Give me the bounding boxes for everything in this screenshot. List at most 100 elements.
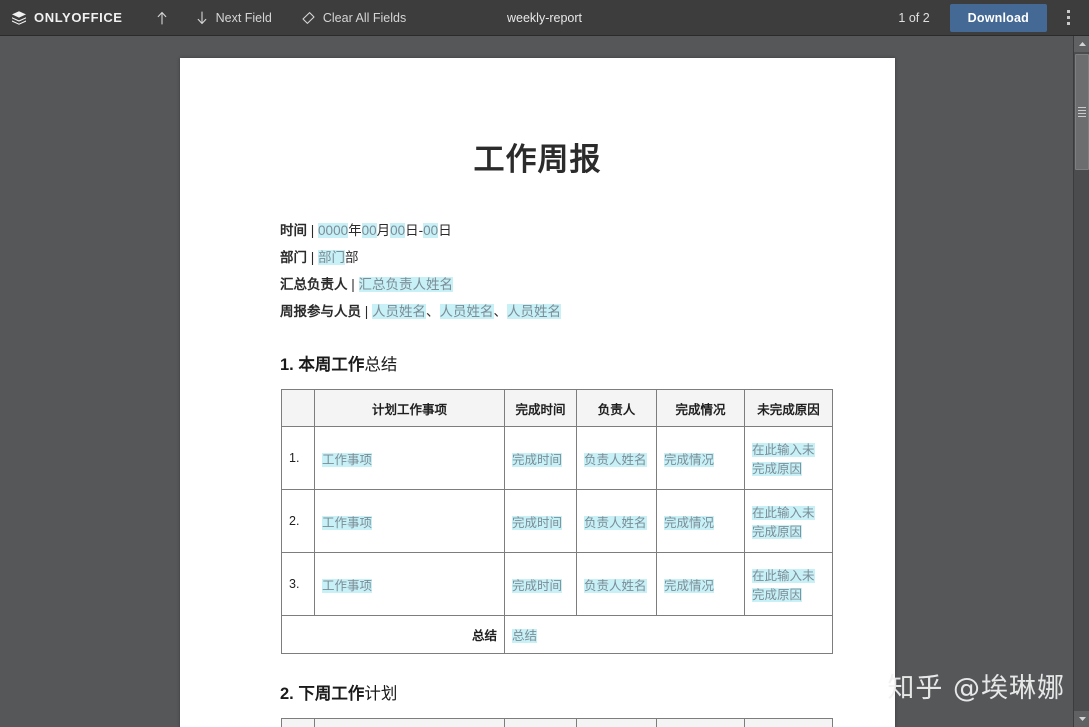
document-meta-block: 时间 | 0000年00月00日-00日 部门 | 部门部 汇总负责人 | 汇总… [280, 217, 795, 325]
top-toolbar: ONLYOFFICE Next Field [0, 0, 1089, 36]
row-2-index: 2. [282, 490, 315, 553]
field-task-3[interactable]: 工作事项 [322, 579, 372, 593]
meta-sep-department: | [311, 250, 315, 265]
scroll-down-arrow-icon[interactable] [1074, 711, 1089, 727]
field-participant-1[interactable]: 人员姓名 [372, 304, 426, 319]
next-field-button[interactable]: Next Field [187, 0, 280, 36]
section-heading-1: 1. 本周工作总结 [280, 351, 795, 375]
row-3-reason-cell: 在此输入未完成原因 [745, 553, 833, 616]
field-task-1[interactable]: 工作事项 [322, 453, 372, 467]
document-canvas-area[interactable]: 工作周报 时间 | 0000年00月00日-00日 部门 | 部门部 汇总负责人 [0, 36, 1073, 727]
field-summary[interactable]: 总结 [512, 629, 537, 643]
field-time-2[interactable]: 完成时间 [512, 516, 562, 530]
field-status-3[interactable]: 完成情况 [664, 579, 714, 593]
summary-label: 总结 [282, 616, 505, 654]
row-3-status-cell: 完成情况 [657, 553, 745, 616]
literal-department-suffix: 部 [345, 250, 359, 265]
arrow-up-icon [155, 10, 169, 26]
meta-label-owner: 汇总负责人 [280, 277, 348, 292]
document-page-1: 工作周报 时间 | 0000年00月00日-00日 部门 | 部门部 汇总负责人 [180, 58, 895, 727]
weekly-summary-table[interactable]: 计划工作事项 完成时间 负责人 完成情况 未完成原因 1. 工作事项 完成时间 [281, 389, 833, 654]
col-header-owner: 负责人 [577, 390, 657, 427]
col2-header-index [282, 719, 315, 727]
section-heading-2: 2. 下周工作计划 [280, 680, 795, 704]
field-task-2[interactable]: 工作事项 [322, 516, 372, 530]
field-participant-3[interactable]: 人员姓名 [507, 304, 561, 319]
next-week-plan-table[interactable] [281, 718, 833, 727]
row-1-task-cell: 工作事项 [315, 427, 505, 490]
table-head-2 [282, 719, 833, 727]
table-head: 计划工作事项 完成时间 负责人 完成情况 未完成原因 [282, 390, 833, 427]
field-status-2[interactable]: 完成情况 [664, 516, 714, 530]
row-1-index: 1. [282, 427, 315, 490]
literal-day-suffix: 日 [438, 223, 452, 238]
literal-participant-sep-1: 、 [426, 304, 440, 319]
col-header-reason: 未完成原因 [745, 390, 833, 427]
section-1-heading-rest: 总结 [364, 356, 397, 374]
arrow-down-icon [195, 10, 209, 26]
previous-field-button[interactable] [147, 0, 177, 36]
summary-value-cell: 总结 [505, 616, 833, 654]
meta-label-time: 时间 [280, 223, 307, 238]
onlyoffice-document-viewer: ONLYOFFICE Next Field [0, 0, 1089, 727]
layers-icon [11, 10, 27, 26]
row-3-index: 3. [282, 553, 315, 616]
row-2-time-cell: 完成时间 [505, 490, 577, 553]
field-reason-3[interactable]: 在此输入未完成原因 [752, 569, 815, 602]
row-2-status-cell: 完成情况 [657, 490, 745, 553]
meta-line-participants: 周报参与人员 | 人员姓名、人员姓名、人员姓名 [280, 298, 795, 325]
meta-sep-participants: | [365, 304, 369, 319]
col2-header-task [315, 719, 505, 727]
vertical-scrollbar[interactable] [1073, 36, 1089, 727]
literal-year-suffix: 年 [348, 223, 362, 238]
kebab-menu-icon[interactable] [1055, 3, 1081, 33]
field-time-3[interactable]: 完成时间 [512, 579, 562, 593]
page-title: 工作周报 [280, 134, 795, 179]
row-1-status-cell: 完成情况 [657, 427, 745, 490]
scrollbar-thumb[interactable] [1075, 54, 1089, 170]
field-department[interactable]: 部门 [318, 250, 345, 265]
field-owner-1[interactable]: 负责人姓名 [584, 453, 647, 467]
field-status-1[interactable]: 完成情况 [664, 453, 714, 467]
literal-month-suffix: 月 [377, 223, 391, 238]
field-reason-1[interactable]: 在此输入未完成原因 [752, 443, 815, 476]
table-summary-row: 总结 总结 [282, 616, 833, 654]
download-button[interactable]: Download [950, 4, 1047, 32]
section-2-number: 2. [280, 685, 294, 703]
col-header-task: 计划工作事项 [315, 390, 505, 427]
row-3-owner-cell: 负责人姓名 [577, 553, 657, 616]
scroll-thumb-grip [1078, 107, 1086, 117]
field-time-1[interactable]: 完成时间 [512, 453, 562, 467]
field-owner-name[interactable]: 汇总负责人姓名 [359, 277, 454, 292]
field-owner-3[interactable]: 负责人姓名 [584, 579, 647, 593]
row-2-task-cell: 工作事项 [315, 490, 505, 553]
field-month[interactable]: 00 [362, 223, 377, 238]
next-field-label: Next Field [216, 11, 272, 25]
field-day-end[interactable]: 00 [423, 223, 438, 238]
field-owner-2[interactable]: 负责人姓名 [584, 516, 647, 530]
onlyoffice-logo[interactable]: ONLYOFFICE [11, 10, 123, 26]
table-row: 3. 工作事项 完成时间 负责人姓名 完成情况 在此输入未完成原因 [282, 553, 833, 616]
row-1-reason-cell: 在此输入未完成原因 [745, 427, 833, 490]
col-header-status: 完成情况 [657, 390, 745, 427]
row-2-owner-cell: 负责人姓名 [577, 490, 657, 553]
section-2-heading-bold: 下周工作 [298, 685, 364, 703]
field-participant-2[interactable]: 人员姓名 [440, 304, 494, 319]
field-reason-2[interactable]: 在此输入未完成原因 [752, 506, 815, 539]
row-1-time-cell: 完成时间 [505, 427, 577, 490]
field-year[interactable]: 0000 [318, 223, 348, 238]
row-2-reason-cell: 在此输入未完成原因 [745, 490, 833, 553]
literal-participant-sep-2: 、 [494, 304, 508, 319]
row-3-task-cell: 工作事项 [315, 553, 505, 616]
row-1-owner-cell: 负责人姓名 [577, 427, 657, 490]
field-day-start[interactable]: 00 [390, 223, 405, 238]
clear-all-fields-button[interactable]: Clear All Fields [292, 0, 414, 36]
section-1-number: 1. [280, 356, 294, 374]
table-body: 1. 工作事项 完成时间 负责人姓名 完成情况 在此输入未完成原因 2. 工作事… [282, 427, 833, 654]
col-header-index [282, 390, 315, 427]
table-header-row [282, 719, 833, 727]
meta-line-time: 时间 | 0000年00月00日-00日 [280, 217, 795, 244]
scroll-up-arrow-icon[interactable] [1074, 36, 1089, 52]
col2-header-status [657, 719, 745, 727]
meta-sep-owner: | [351, 277, 355, 292]
